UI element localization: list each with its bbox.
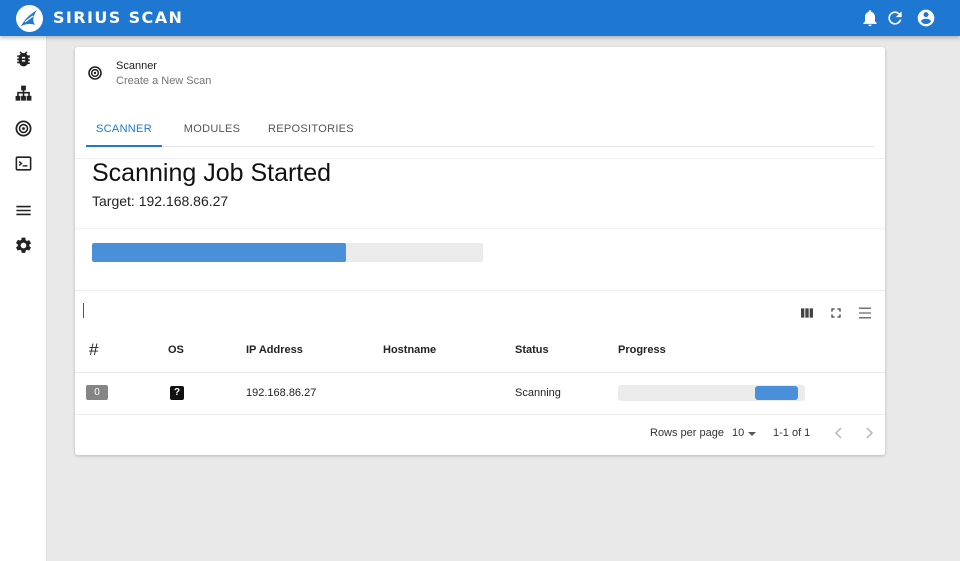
refresh-icon[interactable] [885,8,905,28]
job-progress-bar [92,243,483,262]
column-header-os[interactable]: OS [168,344,184,356]
divider [75,228,885,229]
job-status-title: Scanning Job Started [92,159,332,187]
fullscreen-icon[interactable] [828,305,844,321]
previous-page-icon[interactable] [832,425,846,441]
unknown-os-icon: ? [170,386,184,400]
divider [75,290,885,291]
chevron-down-icon[interactable] [748,432,756,436]
column-header-index[interactable]: # [89,340,98,360]
card-subtitle: Create a New Scan [116,75,212,87]
divider [75,372,885,373]
row-status: Scanning [515,387,561,399]
column-header-status[interactable]: Status [515,344,549,356]
brand-name: SIRIUS SCAN [53,8,184,27]
row-ip-address: 192.168.86.27 [246,387,317,399]
job-progress-fill [92,243,347,262]
column-header-ip[interactable]: IP Address [246,344,303,356]
sirius-logo-icon[interactable] [16,5,43,32]
terminal-icon[interactable] [14,154,33,173]
pagination-range: 1-1 of 1 [773,427,811,439]
tab-modules[interactable]: MODULES [174,115,250,147]
row-index-badge: 0 [86,385,108,400]
column-header-progress[interactable]: Progress [618,344,666,356]
column-header-hostname[interactable]: Hostname [383,344,436,356]
tab-repositories[interactable]: REPOSITORIES [256,115,366,147]
density-icon[interactable] [857,305,873,321]
row-progress-bar [618,385,805,401]
radar-icon[interactable] [14,119,33,138]
card-title: Scanner [116,60,157,72]
divider [75,414,885,415]
view-column-icon[interactable] [799,305,815,321]
bell-icon[interactable] [860,8,880,28]
rows-per-page-select[interactable]: 10 [732,427,744,439]
app-header: SIRIUS SCAN [0,0,960,36]
scanner-card: Scanner Create a New Scan SCANNER MODULE… [75,47,885,455]
job-target: Target: 192.168.86.27 [92,193,229,209]
account-circle-icon[interactable] [916,8,936,28]
rows-per-page-label: Rows per page [650,427,724,439]
tab-bar: SCANNER MODULES REPOSITORIES [86,115,874,147]
menu-icon[interactable] [14,201,33,220]
tab-scanner[interactable]: SCANNER [86,115,162,147]
row-progress-fill [754,386,798,400]
radar-icon [87,65,103,81]
table-search-input[interactable] [83,303,84,318]
bug-icon[interactable] [14,49,33,68]
gear-icon[interactable] [14,236,33,255]
sidebar [0,36,47,561]
sitemap-icon[interactable] [14,84,33,103]
next-page-icon[interactable] [862,425,876,441]
